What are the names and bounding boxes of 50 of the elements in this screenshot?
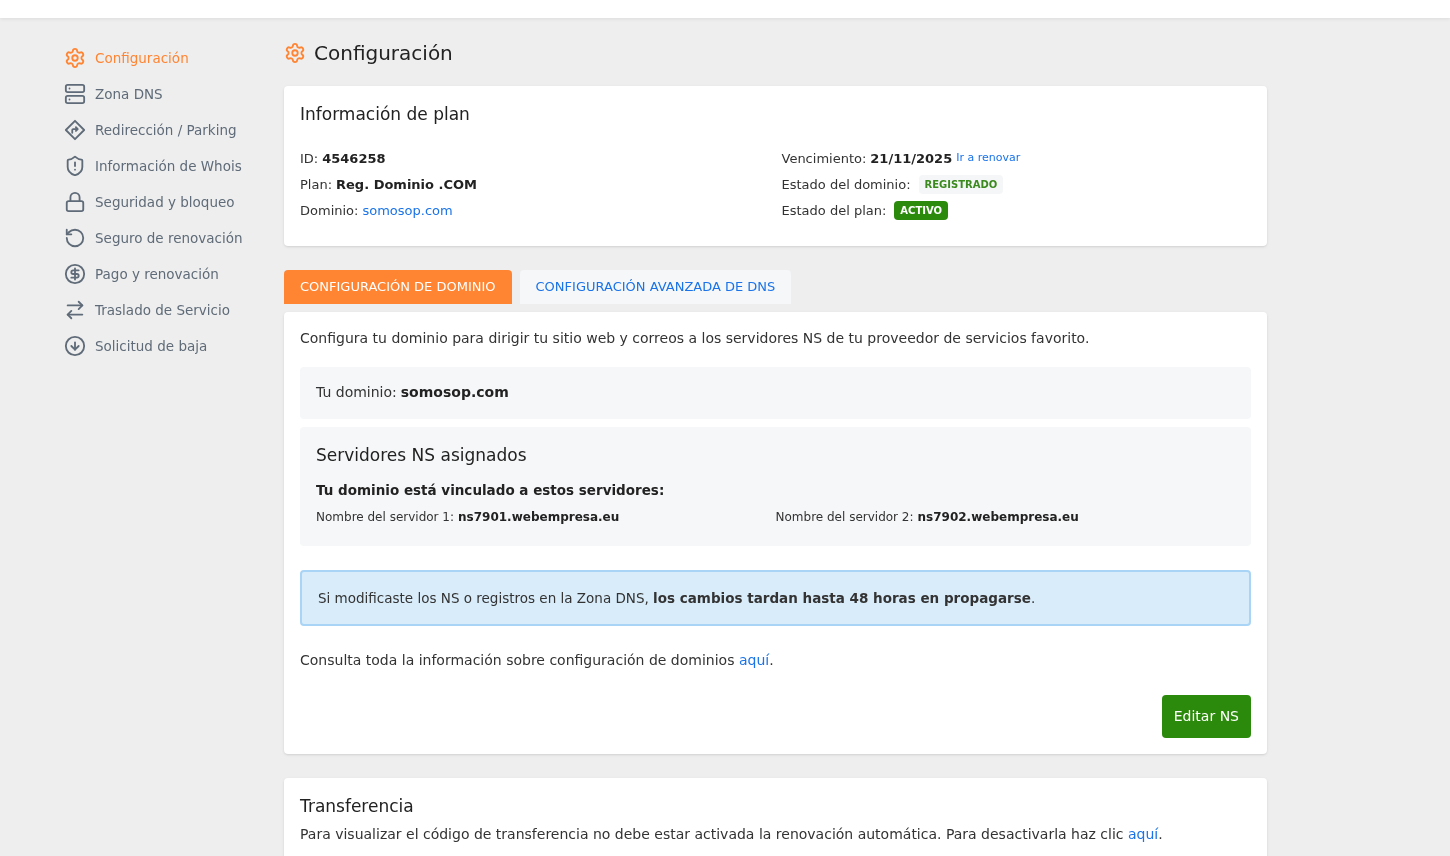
info-text: Para visualizar el código de transferencia no debe estar activada la renovación automática. Para desactivarla haz clic aquí. xyxy=(300,824,1164,844)
settings-icon xyxy=(64,47,86,69)
field-value: 21/11/2025 xyxy=(870,149,953,168)
intro-text: Configura tu dominio para dirigir tu sitio web y correos a los servidores NS de tu proveedor de servicios favorito. xyxy=(300,328,1091,348)
dollar-icon xyxy=(64,263,86,285)
field-value: Reg. Dominio .COM xyxy=(336,175,477,194)
field-label: Vencimiento: xyxy=(781,149,867,168)
sidebar-item[interactable]: Zona DNS xyxy=(64,76,284,112)
sidebar-item[interactable]: Traslado de Servicio xyxy=(64,292,284,328)
shield-icon xyxy=(64,155,86,177)
lock-icon xyxy=(64,191,86,213)
panel-subtitle: Tu dominio está vinculado a estos servidores: xyxy=(316,481,666,500)
field-label: Estado del dominio: xyxy=(781,175,911,194)
sidebar-item[interactable]: Información de Whois xyxy=(64,148,284,184)
info-link[interactable]: aquí xyxy=(738,652,770,669)
sidebar-item[interactable]: Redirección / Parking xyxy=(64,112,284,148)
field-label: Plan: xyxy=(300,175,333,194)
card-title: Transferencia xyxy=(300,795,415,819)
settings-icon xyxy=(284,42,306,64)
status-badge: REGISTRADO xyxy=(918,175,1004,194)
info-text: Consulta toda la información sobre configuración de dominios aquí. xyxy=(300,651,775,671)
page-title: Configuración xyxy=(314,40,453,67)
field-label: Dominio: xyxy=(300,201,359,220)
server-icon xyxy=(64,83,86,105)
info-link[interactable]: aquí xyxy=(1128,825,1159,842)
field-label: Nombre del servidor 1: xyxy=(316,509,455,527)
domain-link[interactable]: somosop.com xyxy=(362,200,453,221)
field-value: 4546258 xyxy=(322,149,386,168)
field-value: ns7901.webempresa.eu xyxy=(458,509,620,527)
field-label: Estado del plan: xyxy=(781,201,887,220)
diamond-arrow-icon xyxy=(64,119,86,141)
download-icon xyxy=(64,335,86,357)
field-label: Nombre del servidor 2: xyxy=(775,509,914,527)
sidebar-item[interactable]: Seguridad y bloqueo xyxy=(64,184,284,220)
arrows-icon xyxy=(64,299,86,321)
field-value: somosop.com xyxy=(400,383,509,402)
panel-title: Servidores NS asignados xyxy=(316,443,528,467)
sidebar-item[interactable]: Solicitud de baja xyxy=(64,328,284,364)
sidebar-item[interactable]: Pago y renovación xyxy=(64,256,284,292)
renew-link[interactable]: Ir a renovar xyxy=(956,150,1021,167)
field-value: ns7902.webempresa.eu xyxy=(917,509,1079,527)
sidebar-item[interactable]: Seguro de renovación xyxy=(64,220,284,256)
status-badge: ACTIVO xyxy=(894,201,949,220)
tab[interactable]: CONFIGURACIÓN AVANZADA DE DNS xyxy=(519,269,792,304)
edit-ns-button[interactable]: Editar NS xyxy=(1161,695,1251,739)
field-label: Tu dominio: xyxy=(316,383,397,402)
field-label: ID: xyxy=(300,149,319,168)
info-alert: Si modificaste los NS o registros en la Zona DNS, los cambios tardan hasta 48 horas en propagarse. xyxy=(300,570,1251,627)
card-title: Información de plan xyxy=(300,103,471,126)
tab[interactable]: CONFIGURACIÓN DE DOMINIO xyxy=(284,269,512,304)
